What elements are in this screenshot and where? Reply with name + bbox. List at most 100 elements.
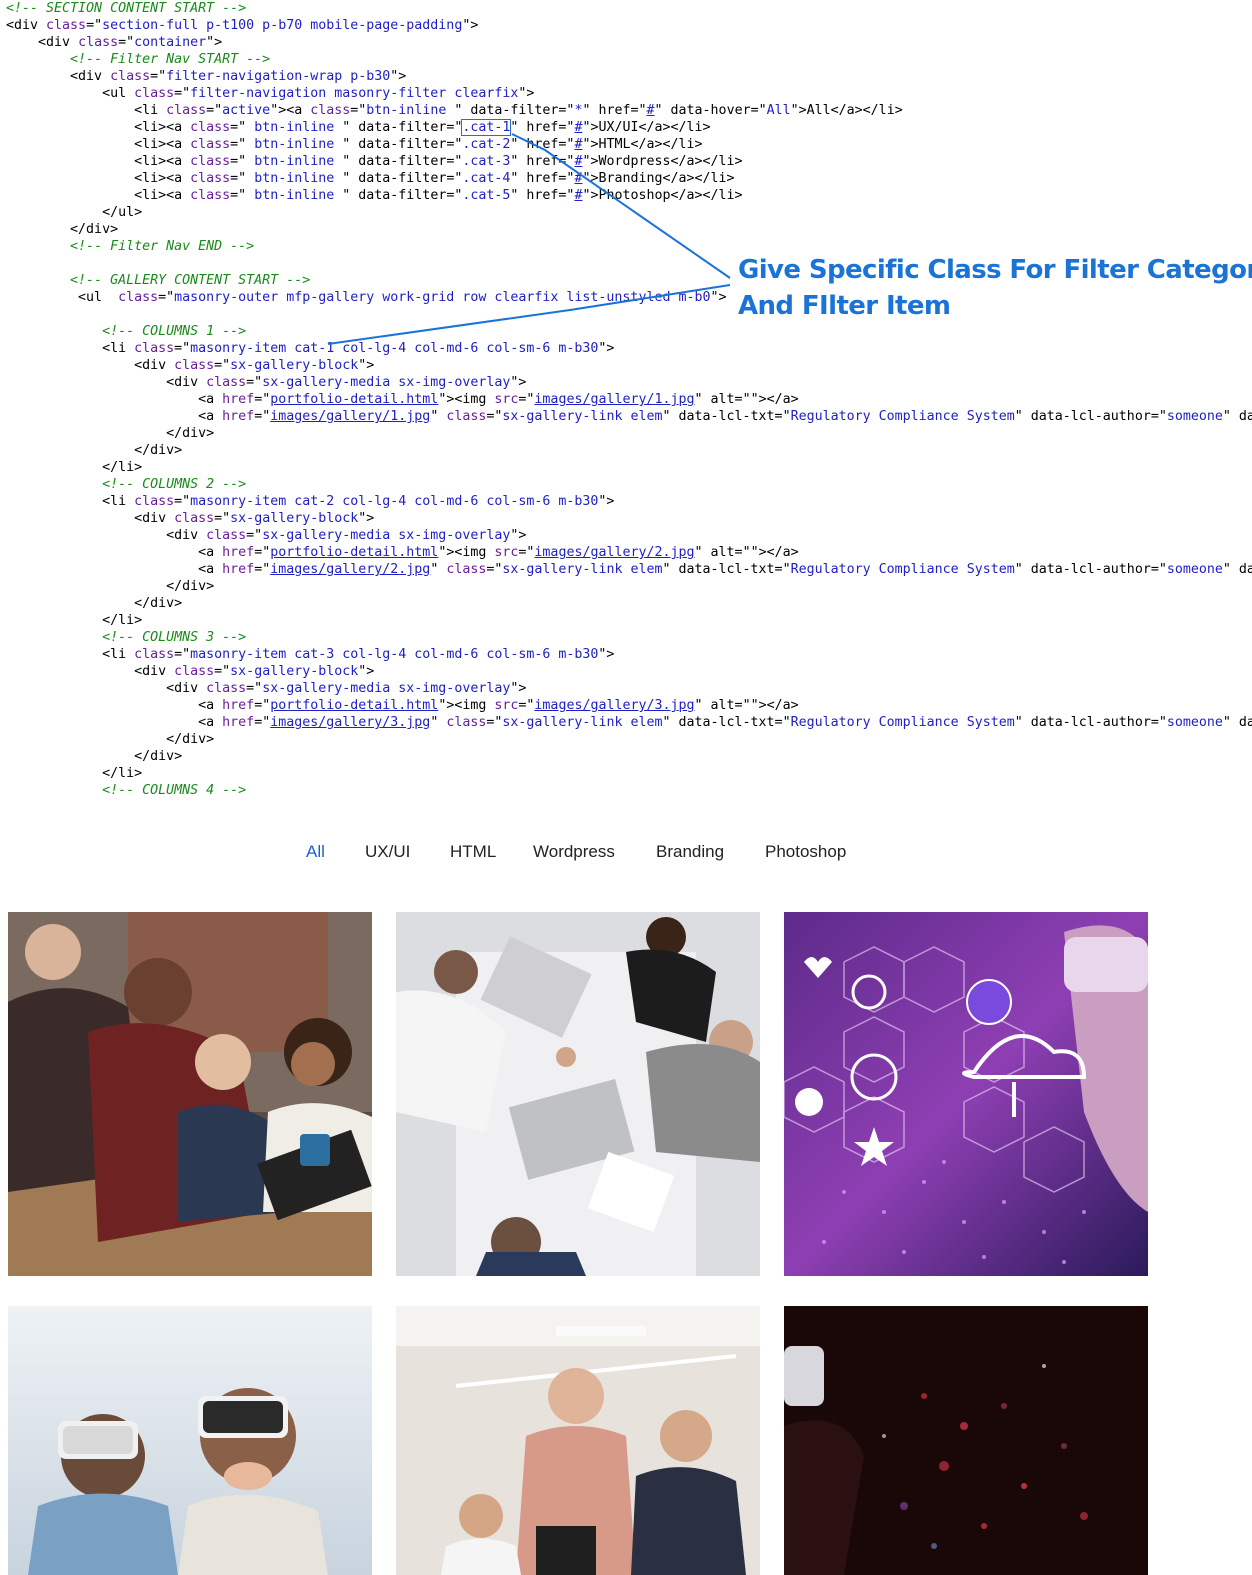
code-line: <li class="masonry-item cat-2 col-lg-4 c… [6,493,614,510]
code-token: " data-filter=" [334,154,463,169]
code-token: =" [150,69,167,84]
code-token: =" [214,358,231,373]
code-token: <div [6,35,79,50]
code-token: <ul [6,290,119,305]
code-token: <li [6,103,167,118]
filter-wordpress[interactable]: Wordpress [533,842,615,862]
code-link[interactable]: images/gallery/3.jpg [270,715,430,730]
code-token: </li> [6,613,143,628]
handshake-meeting-photo [396,912,760,1276]
code-line: <a href="portfolio-detail.html"><img src… [6,697,798,714]
code-token: Regulatory Compliance System [790,562,1015,577]
code-token: ">HTML</a></li> [582,137,703,152]
code-token: "><a [270,103,311,118]
code-token: class [134,341,175,356]
code-token: =" [486,562,503,577]
code-token: "> [390,69,407,84]
code-token: <!-- COLUMNS 2 --> [102,477,247,492]
code-token: =" [486,409,503,424]
gallery-item-1[interactable] [8,912,372,1276]
code-link[interactable]: portfolio-detail.html [270,545,438,560]
gallery-item-3[interactable] [784,912,1148,1276]
filter-all[interactable]: All [306,842,325,862]
code-line: <div class="sx-gallery-media sx-img-over… [6,680,526,697]
code-token: =" [518,392,535,407]
code-token: =" [486,715,503,730]
code-link[interactable]: images/gallery/3.jpg [534,698,694,713]
code-token: someone [1166,562,1223,577]
code-token: masonry-item cat-1 col-lg-4 col-md-6 col… [190,341,599,356]
code-token: " data-lcl-txt=" [662,409,791,424]
code-token: class [46,18,87,33]
code-line: <li><a class=" btn-inline " data-filter=… [6,187,742,204]
code-token: =" [174,494,191,509]
code-token: masonry-item cat-3 col-lg-4 col-md-6 col… [190,647,599,662]
code-token: <li><a [6,154,191,169]
code-token: <a [6,409,223,424]
gallery-item-2[interactable] [396,912,760,1276]
code-token: class [134,494,175,509]
code-token: <a [6,392,223,407]
code-token: class [134,647,175,662]
code-token: <!-- Filter Nav START --> [70,52,271,67]
code-token: " data-lcl-author=" [1014,715,1167,730]
code-token: masonry-item cat-2 col-lg-4 col-md-6 col… [190,494,599,509]
filter-ux-ui[interactable]: UX/UI [365,842,410,862]
code-link[interactable]: # [647,103,655,118]
code-line: <div class="sx-gallery-block"> [6,357,374,374]
code-token: =" [158,290,175,305]
code-line: <div class="sx-gallery-block"> [6,663,374,680]
code-token: ">Branding</a></li> [582,171,735,186]
code-line: </div> [6,731,214,748]
code-token: =" [230,120,255,135]
code-token: =" [174,341,191,356]
code-token: btn-inline [254,171,335,186]
code-link[interactable]: images/gallery/1.jpg [270,409,430,424]
gallery-item-6[interactable] [784,1306,1148,1575]
code-line: </div> [6,595,182,612]
code-token: href [222,409,255,424]
code-token: " data-hover=" [654,103,767,118]
code-token: "> [206,35,223,50]
code-token: class [190,120,231,135]
gallery-item-4[interactable] [8,1306,372,1575]
code-token: class [78,35,119,50]
code-line: </div> [6,442,182,459]
code-link[interactable]: portfolio-detail.html [270,392,438,407]
code-token: btn-inline [254,188,335,203]
code-token: "><img [438,698,495,713]
code-token: "> [358,358,375,373]
team-laptop-photo [8,912,372,1276]
code-link[interactable]: portfolio-detail.html [270,698,438,713]
code-token: <div [6,358,175,373]
code-token: =" [230,154,255,169]
code-link[interactable]: images/gallery/2.jpg [270,562,430,577]
code-link[interactable]: images/gallery/1.jpg [534,392,694,407]
code-token: </div> [6,749,183,764]
code-token: class [190,171,231,186]
code-listing: <!-- SECTION CONTENT START --> <div class… [6,0,1252,800]
code-token: "> [358,664,375,679]
code-token: " data-lcl-author=" [1014,409,1167,424]
code-token: <li [6,341,135,356]
code-token: <!-- COLUMNS 3 --> [102,630,247,645]
code-token: "> [510,375,527,390]
code-line: <a href="portfolio-detail.html"><img src… [6,391,798,408]
code-token: =" [118,35,135,50]
filter-photoshop[interactable]: Photoshop [765,842,846,862]
code-token: .cat-4 [462,171,511,186]
code-link[interactable]: images/gallery/2.jpg [534,545,694,560]
code-token: class [206,528,247,543]
code-token: sx-gallery-media sx-img-overlay [262,375,511,390]
code-token: "> [598,494,615,509]
code-token: "> [510,528,527,543]
code-line: <li class="active"><a class="btn-inline … [6,102,903,119]
code-token: ">Wordpress</a></li> [582,154,743,169]
filter-branding[interactable]: Branding [656,842,724,862]
code-token: =" [350,103,367,118]
gallery-item-5[interactable] [396,1306,760,1575]
filter-html[interactable]: HTML [450,842,496,862]
